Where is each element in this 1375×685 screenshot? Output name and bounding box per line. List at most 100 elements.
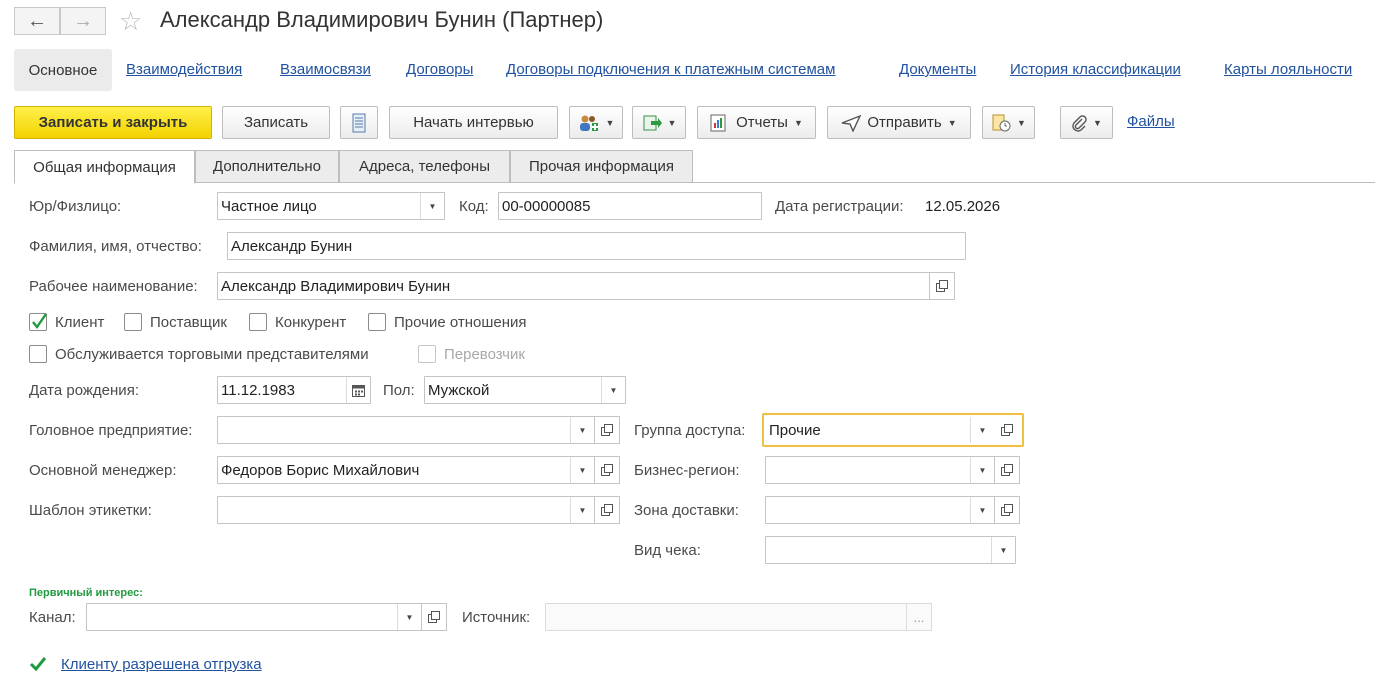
calendar-icon[interactable] <box>346 377 370 403</box>
receipt-type-select[interactable]: ▼ <box>765 536 1016 564</box>
tab-other-info[interactable]: Прочая информация <box>510 150 693 183</box>
chevron-down-icon[interactable]: ▼ <box>570 417 594 443</box>
delivery-zone-select[interactable]: ▼ <box>765 496 995 524</box>
open-window-icon <box>1001 464 1013 476</box>
served-by-reps-checkbox[interactable] <box>29 345 47 363</box>
files-link[interactable]: Файлы <box>1127 113 1175 130</box>
chevron-down-icon[interactable]: ▼ <box>420 193 444 219</box>
attach-button[interactable]: ▼ <box>1060 106 1113 139</box>
create-related-button[interactable]: ▼ <box>569 106 623 139</box>
served-by-reps-label: Обслуживается торговыми представителями <box>55 346 369 363</box>
work-name-open-button[interactable] <box>929 272 955 300</box>
label-template-select[interactable]: ▼ <box>217 496 595 524</box>
head-company-label: Головное предприятие: <box>29 422 193 439</box>
reports-button[interactable]: Отчеты ▼ <box>697 106 816 139</box>
access-group-value: Прочие <box>769 421 821 439</box>
section-classification-history[interactable]: История классификации <box>1010 61 1181 78</box>
birth-date-value: 11.12.1983 <box>221 381 295 399</box>
carrier-label: Перевозчик <box>444 346 525 363</box>
birth-date-field[interactable]: 11.12.1983 <box>217 376 371 404</box>
create-based-on-button[interactable]: ▼ <box>632 106 686 139</box>
business-region-select[interactable]: ▼ <box>765 456 995 484</box>
access-group-select[interactable]: Прочие ▼ <box>765 416 995 444</box>
other-relations-checkbox[interactable] <box>368 313 386 331</box>
work-name-field[interactable]: Александр Владимирович Бунин <box>217 272 930 300</box>
work-name-value: Александр Владимирович Бунин <box>221 277 451 295</box>
label-template-open-button[interactable] <box>594 496 620 524</box>
supplier-label: Поставщик <box>150 314 227 331</box>
report-icon <box>710 114 726 131</box>
gender-label: Пол: <box>383 382 415 399</box>
access-group-label: Группа доступа: <box>634 422 746 439</box>
section-contracts[interactable]: Договоры <box>406 61 473 78</box>
reg-date-label: Дата регистрации: <box>775 198 904 215</box>
delivery-zone-open-button[interactable] <box>994 496 1020 524</box>
send-label: Отправить <box>867 114 942 131</box>
chevron-down-icon[interactable]: ▼ <box>970 497 994 523</box>
save-button[interactable]: Записать <box>222 106 330 139</box>
open-window-icon <box>936 280 948 292</box>
delivery-zone-label: Зона доставки: <box>634 502 739 519</box>
section-main[interactable]: Основное <box>14 49 112 91</box>
send-button[interactable]: Отправить ▼ <box>827 106 971 139</box>
section-documents[interactable]: Документы <box>899 61 976 78</box>
primary-interest-header: Первичный интерес: <box>29 587 143 599</box>
section-loyalty-cards[interactable]: Карты лояльности <box>1224 61 1352 78</box>
open-window-icon <box>601 464 613 476</box>
tab-additional[interactable]: Дополнительно <box>195 150 339 183</box>
gender-select[interactable]: Мужской ▼ <box>424 376 626 404</box>
back-button[interactable]: ← <box>14 7 60 35</box>
competitor-checkbox[interactable] <box>249 313 267 331</box>
code-field[interactable]: 00-00000085 <box>498 192 762 220</box>
save-and-close-button[interactable]: Записать и закрыть <box>14 106 212 139</box>
checkmark-icon <box>32 313 47 330</box>
head-company-open-button[interactable] <box>594 416 620 444</box>
manager-select[interactable]: Федоров Борис Михайлович ▼ <box>217 456 595 484</box>
section-interactions[interactable]: Взаимодействия <box>126 61 242 78</box>
chevron-down-icon[interactable]: ▼ <box>601 377 625 403</box>
competitor-label: Конкурент <box>275 314 347 331</box>
chevron-down-icon[interactable]: ▼ <box>970 417 994 443</box>
section-relations[interactable]: Взаимосвязи <box>280 61 371 78</box>
client-checkbox[interactable] <box>29 313 47 331</box>
chevron-down-icon[interactable]: ▼ <box>397 604 421 630</box>
document-list-button[interactable] <box>340 106 378 139</box>
channel-open-button[interactable] <box>421 603 447 631</box>
supplier-checkbox[interactable] <box>124 313 142 331</box>
arrow-right-icon: → <box>73 9 93 32</box>
chevron-down-icon[interactable]: ▼ <box>970 457 994 483</box>
create-document-icon <box>643 115 662 130</box>
birth-date-label: Дата рождения: <box>29 382 139 399</box>
source-select-button[interactable]: ... <box>906 603 932 631</box>
legal-type-select[interactable]: Частное лицо ▼ <box>217 192 445 220</box>
reg-date-value: 12.05.2026 <box>925 198 1001 215</box>
business-region-open-button[interactable] <box>994 456 1020 484</box>
label-template-label: Шаблон этикетки: <box>29 502 152 519</box>
chevron-down-icon[interactable]: ▼ <box>570 497 594 523</box>
star-icon[interactable]: ☆ <box>119 6 142 36</box>
print-button[interactable]: ▼ <box>982 106 1035 139</box>
check-icon <box>29 657 47 672</box>
manager-open-button[interactable] <box>594 456 620 484</box>
gender-value: Мужской <box>428 381 490 399</box>
tab-addresses[interactable]: Адреса, телефоны <box>339 150 510 183</box>
section-payment-contracts[interactable]: Договоры подключения к платежным система… <box>506 61 835 78</box>
head-company-select[interactable]: ▼ <box>217 416 595 444</box>
open-window-icon <box>601 504 613 516</box>
open-window-icon <box>428 611 440 623</box>
send-icon <box>842 114 862 132</box>
chevron-down-icon[interactable]: ▼ <box>570 457 594 483</box>
start-interview-button[interactable]: Начать интервью <box>389 106 558 139</box>
work-name-label: Рабочее наименование: <box>29 278 198 295</box>
tab-general[interactable]: Общая информация <box>14 150 195 184</box>
forward-button[interactable]: → <box>60 7 106 35</box>
fio-field[interactable]: Александр Бунин <box>227 232 966 260</box>
manager-value: Федоров Борис Михайлович <box>221 461 420 479</box>
document-clock-icon <box>992 114 1011 131</box>
access-group-open-button[interactable] <box>994 416 1020 444</box>
chevron-down-icon[interactable]: ▼ <box>991 537 1015 563</box>
legal-type-label: Юр/Физлицо: <box>29 198 122 215</box>
channel-select[interactable]: ▼ <box>86 603 422 631</box>
code-label: Код: <box>459 198 489 215</box>
shipment-allowed-link[interactable]: Клиенту разрешена отгрузка <box>61 656 262 673</box>
